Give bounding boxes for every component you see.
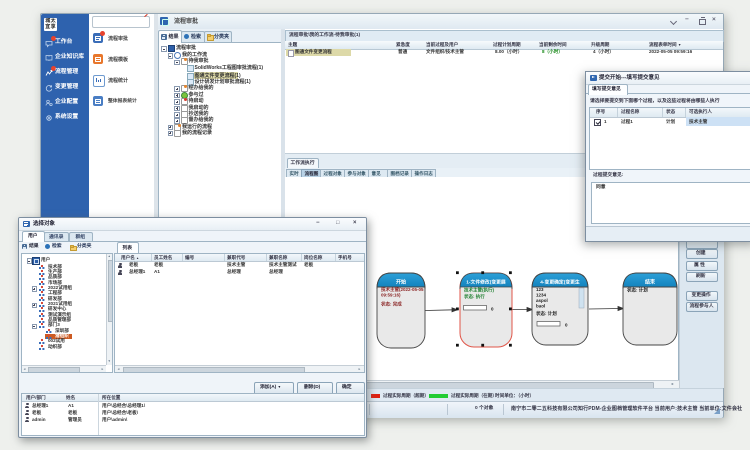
svg-text:状态: 完成: 状态: 完成 — [381, 301, 402, 308]
svg-text:4-变更确定(变更生: 4-变更确定(变更生 — [540, 279, 580, 286]
svg-text:状态: 计划: 状态: 计划 — [627, 287, 648, 294]
svg-text:状态: 执行: 状态: 执行 — [464, 293, 485, 300]
svg-text:状态: 计划: 状态: 计划 — [536, 310, 557, 317]
svg-text:技术主管(执行): 技术主管(执行) — [464, 287, 494, 294]
svg-text:baol: baol — [536, 304, 545, 309]
svg-text:1234: 1234 — [536, 293, 547, 298]
svg-text:结束: 结束 — [645, 279, 656, 286]
svg-text:09:59:16): 09:59:16) — [381, 293, 401, 298]
svg-text:123: 123 — [536, 287, 544, 292]
svg-text:1-文件修改(变更展: 1-文件修改(变更展 — [466, 279, 506, 286]
svg-text:aspol: aspol — [536, 298, 548, 303]
svg-text:开始: 开始 — [396, 279, 406, 286]
